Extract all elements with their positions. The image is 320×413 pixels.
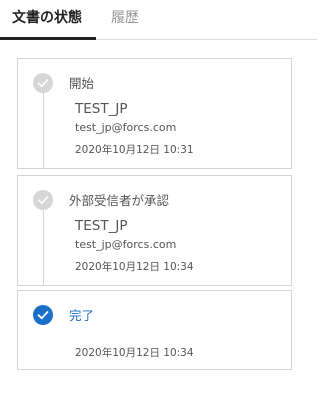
- active-tab-indicator: [0, 37, 96, 40]
- step-card-external-approval: 外部受信者が承認 TEST_JP test_jp@forcs.com 2020年…: [17, 175, 292, 286]
- step-timestamp: 2020年10月12日 10:34: [75, 261, 194, 273]
- tab-history[interactable]: 履歴: [111, 8, 139, 28]
- timeline-connector: [43, 210, 44, 286]
- step-title: 開始: [69, 76, 95, 91]
- step-timestamp: 2020年10月12日 10:31: [75, 144, 194, 156]
- step-card-start: 開始 TEST_JP test_jp@forcs.com 2020年10月12日…: [17, 58, 292, 169]
- check-icon: [33, 73, 53, 93]
- step-title: 完了: [69, 308, 95, 323]
- user-name: TEST_JP: [75, 101, 128, 117]
- step-title: 外部受信者が承認: [69, 193, 170, 208]
- tab-document-status[interactable]: 文書の状態: [12, 8, 82, 28]
- step-card-complete: 完了 2020年10月12日 10:34: [17, 290, 292, 370]
- user-name: TEST_JP: [75, 218, 128, 234]
- tab-bar: 文書の状態 履歴: [0, 0, 317, 40]
- user-email: test_jp@forcs.com: [75, 238, 177, 251]
- check-icon: [33, 305, 53, 325]
- user-email: test_jp@forcs.com: [75, 121, 177, 134]
- timeline-connector: [43, 93, 44, 169]
- step-timestamp: 2020年10月12日 10:34: [75, 347, 194, 359]
- check-icon: [33, 190, 53, 210]
